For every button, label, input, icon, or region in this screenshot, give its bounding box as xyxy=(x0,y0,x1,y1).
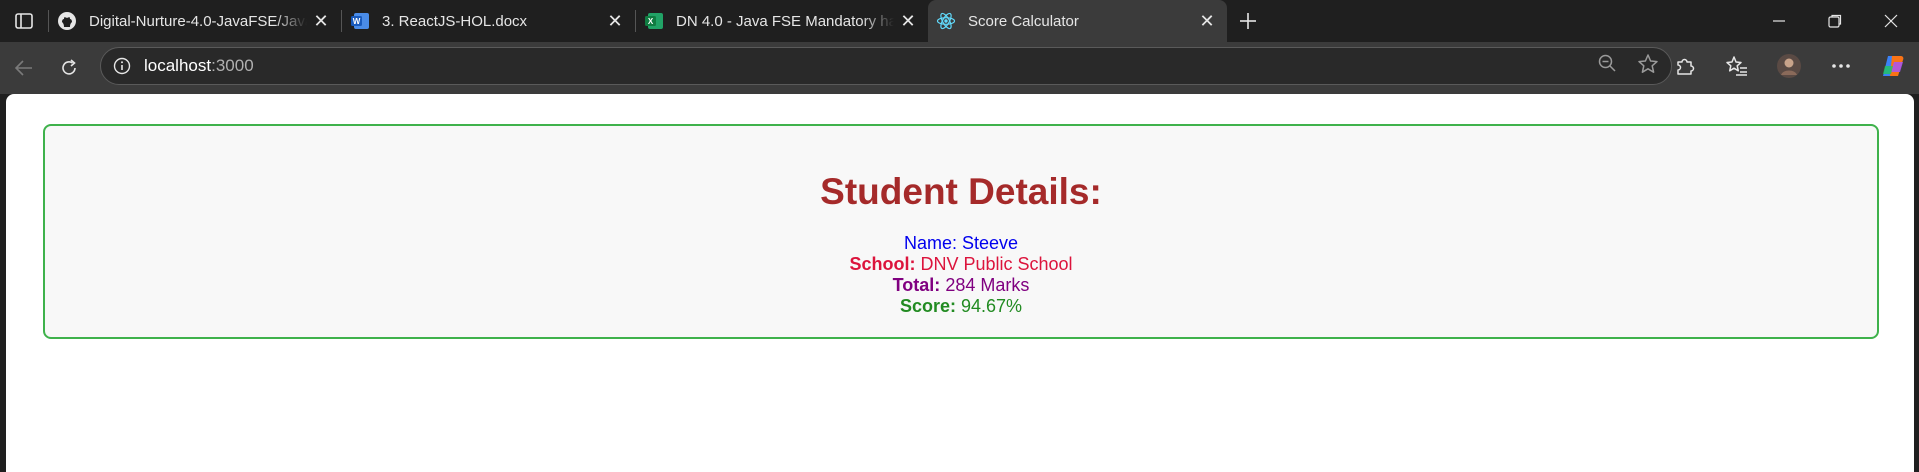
close-window-button[interactable] xyxy=(1863,0,1919,42)
toolbar-actions xyxy=(1659,47,1919,85)
url-host: localhost xyxy=(144,56,212,75)
favorites-button[interactable] xyxy=(1711,47,1763,85)
sidebar-icon xyxy=(15,13,33,29)
site-info-icon[interactable] xyxy=(112,56,132,76)
puzzle-icon xyxy=(1677,58,1695,75)
tab-title: 3. ReactJS-HOL.docx xyxy=(382,12,528,30)
url-text: localhost:3000 xyxy=(144,56,254,76)
name-row: Name: Steeve xyxy=(45,233,1877,254)
close-icon[interactable]: ✕ xyxy=(1193,7,1221,35)
school-label: School: xyxy=(849,254,916,274)
new-tab-button[interactable] xyxy=(1227,0,1269,42)
back-button[interactable] xyxy=(3,47,45,89)
react-icon xyxy=(936,11,956,31)
copilot-button[interactable] xyxy=(1867,47,1919,85)
tab-strip: Digital-Nurture-4.0-JavaFSE/Java ✕ W 3. … xyxy=(0,0,1919,42)
svg-text:W: W xyxy=(353,17,361,26)
excel-icon: X xyxy=(644,11,664,31)
score-row: Score: 94.67% xyxy=(45,296,1877,317)
school-value: DNV Public School xyxy=(920,254,1073,274)
close-icon xyxy=(1884,14,1898,28)
github-icon xyxy=(57,11,77,31)
close-icon[interactable]: ✕ xyxy=(601,7,629,35)
total-row: Total: 284 Marks xyxy=(45,275,1877,296)
score-value: 94.67% xyxy=(960,296,1023,316)
sidebar-toggle-button[interactable] xyxy=(0,0,48,42)
reload-button[interactable] xyxy=(48,47,90,89)
url-port: :3000 xyxy=(211,56,254,75)
total-label: Total: xyxy=(892,275,941,295)
copilot-icon xyxy=(1883,56,1904,76)
zoom-out-icon[interactable] xyxy=(1597,53,1617,80)
svg-text:X: X xyxy=(648,17,654,26)
back-arrow-icon xyxy=(14,60,32,76)
tab-excel-sheet[interactable]: X DN 4.0 - Java FSE Mandatory hands ✕ xyxy=(636,0,928,42)
tab-github[interactable]: Digital-Nurture-4.0-JavaFSE/Java ✕ xyxy=(49,0,341,42)
tab-title: Digital-Nurture-4.0-JavaFSE/Java xyxy=(89,12,307,30)
name-label: Name: xyxy=(903,233,957,253)
favorite-star-icon[interactable] xyxy=(1637,53,1659,80)
reload-icon xyxy=(62,59,76,75)
close-icon[interactable]: ✕ xyxy=(894,7,922,35)
plus-icon xyxy=(1240,13,1256,29)
restore-button[interactable] xyxy=(1807,0,1863,42)
profile-button[interactable] xyxy=(1763,47,1815,85)
address-bar[interactable]: localhost:3000 xyxy=(100,47,1672,85)
total-value: 284 Marks xyxy=(945,275,1030,295)
page-title: Student Details: xyxy=(820,171,1102,212)
minimize-button[interactable] xyxy=(1751,0,1807,42)
student-details: Name: Steeve School: DNV Public School T… xyxy=(45,233,1877,317)
more-options-button[interactable] xyxy=(1815,47,1867,85)
extensions-button[interactable] xyxy=(1659,47,1711,85)
tab-score-calculator[interactable]: Score Calculator ✕ xyxy=(928,0,1227,42)
ellipsis-icon xyxy=(1832,64,1850,68)
tab-word-doc[interactable]: W 3. ReactJS-HOL.docx ✕ xyxy=(342,0,635,42)
minimize-icon xyxy=(1773,20,1785,22)
score-label: Score: xyxy=(899,296,956,316)
word-icon: W xyxy=(350,11,370,31)
window-controls xyxy=(1751,0,1919,42)
page-viewport: Student Details: Name: Steeve School: DN… xyxy=(6,94,1914,472)
name-value: Steeve xyxy=(961,233,1019,253)
school-row: School: DNV Public School xyxy=(45,254,1877,275)
tab-title: DN 4.0 - Java FSE Mandatory hands xyxy=(676,12,894,30)
favorites-list-icon xyxy=(1726,56,1747,76)
student-details-card: Student Details: Name: Steeve School: DN… xyxy=(43,124,1879,339)
avatar xyxy=(1777,54,1801,78)
restore-icon xyxy=(1828,14,1842,28)
tab-title: Score Calculator xyxy=(968,12,1079,30)
close-icon[interactable]: ✕ xyxy=(307,7,335,35)
